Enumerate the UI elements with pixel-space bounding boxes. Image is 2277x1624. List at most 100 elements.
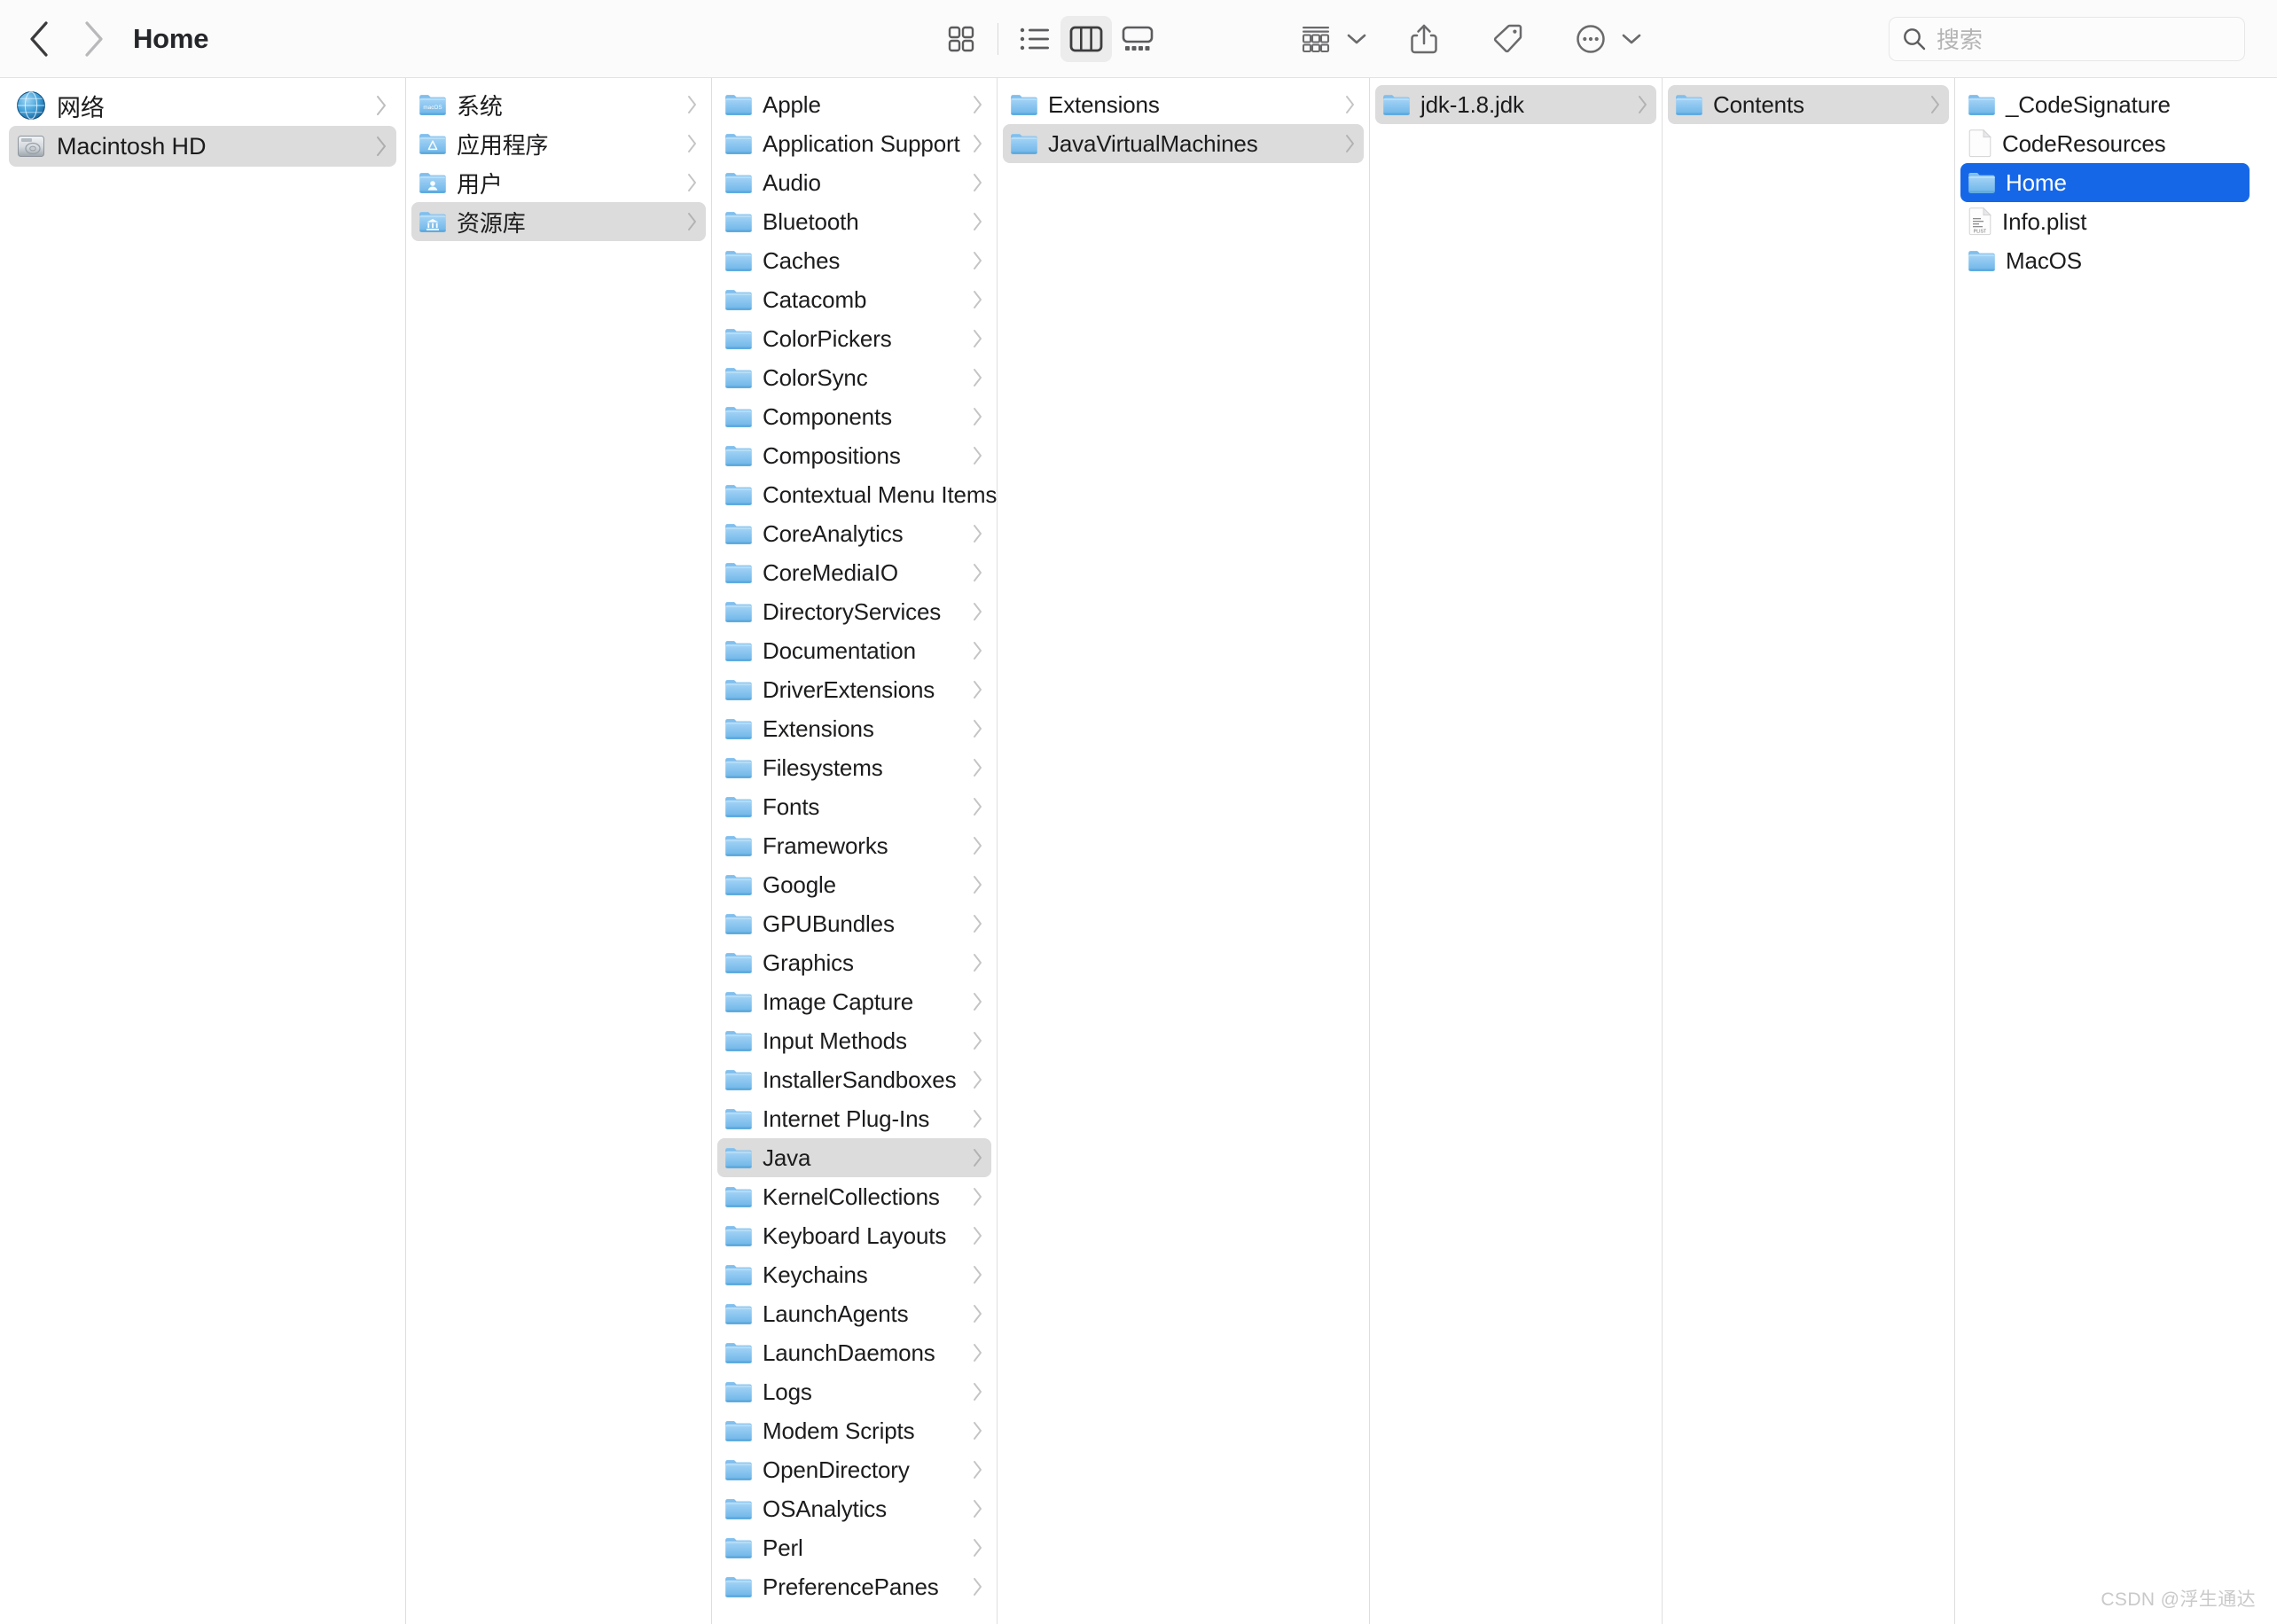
list-item[interactable]: LaunchAgents [717, 1294, 991, 1333]
list-item[interactable]: Java [717, 1138, 991, 1177]
list-item[interactable]: PreferencePanes [717, 1567, 991, 1606]
more-chevron-button[interactable] [1622, 33, 1641, 45]
list-item[interactable]: _CodeSignature [1960, 85, 2250, 124]
group-by-chevron-button[interactable] [1347, 33, 1366, 45]
more-button[interactable] [1565, 16, 1616, 62]
column-jdk: Contents [1663, 78, 1955, 1624]
list-item[interactable]: Catacomb [717, 280, 991, 319]
list-item[interactable]: KernelCollections [717, 1177, 991, 1216]
folder-icon [725, 836, 752, 856]
list-item[interactable]: Filesystems [717, 748, 991, 787]
list-item[interactable]: Extensions [1003, 85, 1364, 124]
list-item[interactable]: Image Capture [717, 982, 991, 1021]
list-item[interactable]: Compositions [717, 436, 991, 475]
list-item[interactable]: OpenDirectory [717, 1450, 991, 1489]
chevron-right-icon [974, 408, 982, 426]
view-column-button[interactable] [1060, 15, 1112, 62]
folder-icon [725, 1187, 752, 1207]
list-item[interactable]: Modem Scripts [717, 1411, 991, 1450]
list-item[interactable]: Extensions [717, 709, 991, 748]
list-item-label: 系统 [457, 92, 503, 120]
list-item[interactable]: MacOS [1960, 241, 2250, 280]
list-item[interactable]: macOS 系统 [411, 85, 706, 124]
tag-button[interactable] [1482, 16, 1533, 62]
view-list-button[interactable] [1009, 16, 1060, 62]
list-item[interactable]: GPUBundles [717, 904, 991, 943]
list-item[interactable]: CoreMediaIO [717, 553, 991, 592]
column-java: Extensions JavaVirtualMachines [998, 78, 1370, 1624]
view-gallery-button[interactable] [1112, 16, 1163, 62]
chevron-right-icon [974, 135, 982, 152]
chevron-right-icon [688, 96, 696, 113]
folder-icon [1011, 134, 1037, 154]
list-item[interactable]: Logs [717, 1372, 991, 1411]
toolbar: Home 搜索 [0, 0, 2277, 78]
chevron-right-icon [974, 1188, 982, 1206]
list-item[interactable]: Fonts [717, 787, 991, 826]
list-item[interactable]: PLIST Info.plist [1960, 202, 2250, 241]
list-item[interactable]: Contents [1668, 85, 1949, 124]
list-item[interactable]: Apple [717, 85, 991, 124]
group-by-button[interactable] [1290, 16, 1342, 62]
svg-text:PLIST: PLIST [1974, 230, 1987, 235]
list-item[interactable]: Frameworks [717, 826, 991, 865]
list-item[interactable]: Documentation [717, 631, 991, 670]
list-item[interactable]: Google [717, 865, 991, 904]
chevron-right-icon [974, 642, 982, 660]
list-item[interactable]: Contextual Menu Items [717, 475, 997, 514]
list-item[interactable]: LaunchDaemons [717, 1333, 991, 1372]
list-item[interactable]: Perl [717, 1528, 991, 1567]
list-item[interactable]: DriverExtensions [717, 670, 991, 709]
list-item-label: Graphics [763, 949, 854, 976]
chevron-right-icon [974, 213, 982, 230]
list-item[interactable]: Home [1960, 163, 2250, 202]
list-item[interactable]: Application Support [717, 124, 991, 163]
list-item[interactable]: JavaVirtualMachines [1003, 124, 1364, 163]
list-item[interactable]: ColorSync [717, 358, 991, 397]
list-item[interactable]: Input Methods [717, 1021, 991, 1060]
list-item[interactable]: Bluetooth [717, 202, 991, 241]
folder-icon [725, 1304, 752, 1324]
list-item-label: MacOS [2006, 246, 2082, 274]
list-item[interactable]: DirectoryServices [717, 592, 991, 631]
list-item[interactable]: CoreAnalytics [717, 514, 991, 553]
folder-icon [725, 134, 752, 154]
chevron-right-icon [974, 1266, 982, 1284]
folder-icon [725, 641, 752, 661]
view-icon-button[interactable] [935, 16, 987, 62]
list-item[interactable]: Caches [717, 241, 991, 280]
sidebar-item-network[interactable]: 网络 [9, 85, 396, 126]
list-item[interactable]: Internet Plug-Ins [717, 1099, 991, 1138]
list-item[interactable]: 应用程序 [411, 124, 706, 163]
search-field[interactable]: 搜索 [1889, 16, 2245, 61]
column-browser: macOS 系统 应用程序 用户 资源库 Apple Application Suppor… [406, 78, 2277, 1624]
share-button[interactable] [1398, 16, 1450, 62]
list-item[interactable]: Keychains [717, 1255, 991, 1294]
list-item[interactable]: 用户 [411, 163, 706, 202]
chevron-right-icon [377, 137, 386, 156]
sidebar-item-macintosh-hd[interactable]: Macintosh HD [9, 126, 396, 167]
list-item[interactable]: ColorPickers [717, 319, 991, 358]
grid-icon [948, 26, 974, 51]
list-item[interactable]: Components [717, 397, 991, 436]
chevron-right-icon [974, 96, 982, 113]
list-item[interactable]: OSAnalytics [717, 1489, 991, 1528]
list-item[interactable]: Keyboard Layouts [717, 1216, 991, 1255]
chevron-right-icon [974, 876, 982, 894]
list-item-label: Audio [763, 168, 821, 196]
list-item[interactable]: CodeResources [1960, 124, 2250, 163]
back-button[interactable] [16, 16, 62, 62]
folder-icon [725, 329, 752, 349]
list-item[interactable]: 资源库 [411, 202, 706, 241]
list-item[interactable]: InstallerSandboxes [717, 1060, 991, 1099]
folder-icon [725, 173, 752, 193]
chevron-right-icon [974, 1461, 982, 1479]
list-item[interactable]: Graphics [717, 943, 991, 982]
folder-icon [725, 797, 752, 817]
chevron-right-icon [974, 525, 982, 543]
forward-button[interactable] [71, 16, 117, 62]
list-item[interactable]: jdk-1.8.jdk [1375, 85, 1656, 124]
folder-icon [725, 680, 752, 700]
list-item-label: Frameworks [763, 832, 888, 859]
list-item[interactable]: Audio [717, 163, 991, 202]
